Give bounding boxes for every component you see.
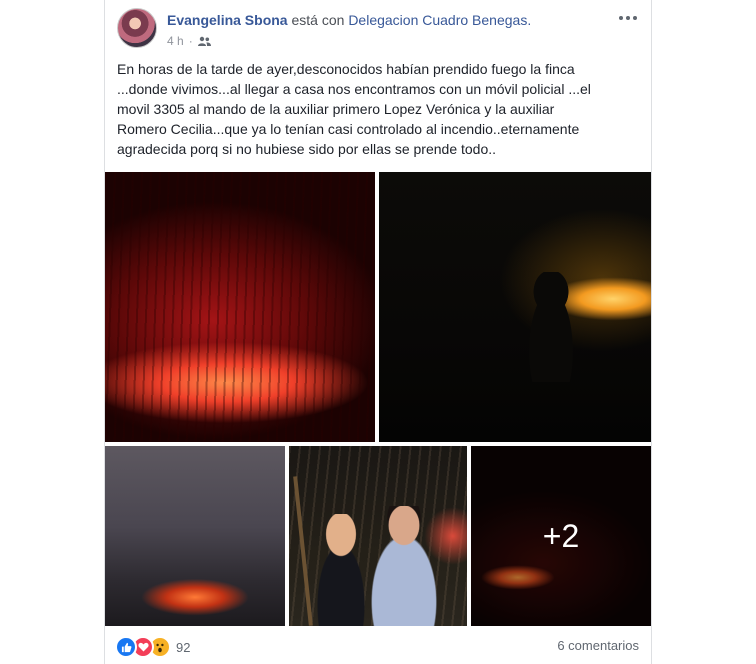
dot xyxy=(619,16,623,20)
more-photos-overlay: +2 xyxy=(471,446,651,626)
reactions-summary[interactable]: 92 xyxy=(115,636,190,658)
dot xyxy=(633,16,637,20)
meta-separator: · xyxy=(188,34,193,48)
comments-count[interactable]: 6 comentarios xyxy=(557,638,639,653)
more-options-icon[interactable] xyxy=(617,10,639,26)
friends-icon[interactable] xyxy=(197,36,211,47)
post-card: Evangelina Sbona está con Delegacion Cua… xyxy=(104,0,652,664)
with-text: está con xyxy=(291,12,345,28)
like-icon xyxy=(115,636,137,658)
post-timestamp[interactable]: 4 h xyxy=(167,34,184,48)
stick xyxy=(293,476,313,626)
more-photos-count: +2 xyxy=(542,517,580,554)
post-photo-4[interactable] xyxy=(289,446,467,626)
post-text: En horas de la tarde de ayer,desconocido… xyxy=(117,61,591,157)
person-silhouette xyxy=(529,272,573,382)
post-photo-5[interactable]: +2 xyxy=(471,446,651,626)
post-header: Evangelina Sbona está con Delegacion Cua… xyxy=(115,8,641,52)
person-right xyxy=(371,506,437,626)
post-photo-3[interactable] xyxy=(105,446,285,626)
person-left xyxy=(317,514,365,626)
author-avatar[interactable] xyxy=(117,8,157,48)
post-photo-2[interactable] xyxy=(379,172,651,442)
post-footer: 92 6 comentarios xyxy=(115,634,639,660)
tagged-place-link[interactable]: Delegacion Cuadro Benegas. xyxy=(348,12,531,28)
reaction-count[interactable]: 92 xyxy=(176,640,190,655)
author-name[interactable]: Evangelina Sbona xyxy=(167,12,288,28)
post-photo-1[interactable] xyxy=(105,172,375,442)
author-line: Evangelina Sbona está con Delegacion Cua… xyxy=(167,12,531,28)
post-meta: 4 h · xyxy=(167,34,211,48)
dot xyxy=(626,16,630,20)
